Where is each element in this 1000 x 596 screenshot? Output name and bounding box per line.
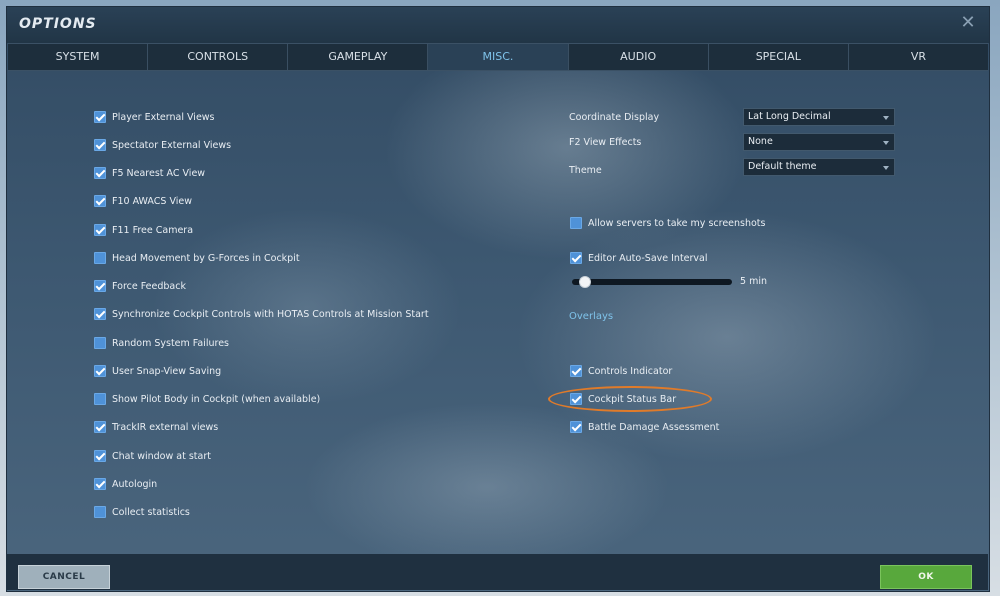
option-label: Force Feedback (112, 280, 186, 292)
option-label: Player External Views (112, 111, 215, 123)
cancel-button[interactable]: CANCEL (18, 565, 110, 589)
option-player-external-views[interactable]: Player External Views (94, 109, 215, 125)
option-label: User Snap-View Saving (112, 365, 222, 377)
checkbox[interactable] (94, 506, 106, 518)
option-label: Editor Auto-Save Interval (588, 252, 708, 264)
option-label: Autologin (112, 478, 158, 490)
tab-gameplay[interactable]: GAMEPLAY (288, 44, 429, 70)
checkbox[interactable] (94, 167, 106, 179)
option-label: F10 AWACS View (112, 195, 192, 207)
option-label: Synchronize Cockpit Controls with HOTAS … (112, 308, 429, 320)
option-label: F11 Free Camera (112, 224, 194, 236)
option-f11-free-camera[interactable]: F11 Free Camera (94, 222, 193, 238)
option-user-snap-view-saving[interactable]: User Snap-View Saving (94, 363, 221, 379)
select-value: None (748, 136, 773, 147)
window-title: OPTIONS (19, 16, 97, 32)
option-label: Head Movement by G-Forces in Cockpit (112, 252, 300, 264)
checkbox[interactable] (94, 111, 106, 123)
checkbox[interactable] (94, 393, 106, 405)
chevron-down-icon (883, 141, 889, 145)
tab-audio[interactable]: AUDIO (569, 44, 709, 70)
option-label: Allow servers to take my screenshots (588, 217, 766, 229)
theme-select[interactable]: Default theme (743, 158, 895, 176)
auto-save-interval-slider[interactable] (572, 279, 732, 285)
option-cockpit-status-bar[interactable]: Cockpit Status Bar (570, 391, 676, 407)
option-label: Cockpit Status Bar (588, 393, 677, 405)
checkbox[interactable] (570, 393, 582, 405)
slider-value: 5 min (740, 276, 767, 287)
option-synchronize-cockpit-controls[interactable]: Synchronize Cockpit Controls with HOTAS … (94, 306, 429, 322)
option-label: Show Pilot Body in Cockpit (when availab… (112, 393, 321, 405)
option-spectator-external-views[interactable]: Spectator External Views (94, 137, 231, 153)
chevron-down-icon (883, 116, 889, 120)
option-label: Collect statistics (112, 506, 190, 518)
option-battle-damage-assessment[interactable]: Battle Damage Assessment (570, 419, 719, 435)
option-label: TrackIR external views (112, 421, 219, 433)
tab-controls[interactable]: CONTROLS (148, 44, 289, 70)
option-allow-screenshots[interactable]: Allow servers to take my screenshots (570, 215, 766, 231)
tab-bar: SYSTEM CONTROLS GAMEPLAY MISC. AUDIO SPE… (8, 43, 988, 71)
option-force-feedback[interactable]: Force Feedback (94, 278, 186, 294)
checkbox[interactable] (94, 139, 106, 151)
title-bar: OPTIONS ✕ (7, 7, 989, 43)
select-value: Lat Long Decimal (748, 111, 831, 122)
option-random-system-failures[interactable]: Random System Failures (94, 335, 229, 351)
checkbox[interactable] (94, 195, 106, 207)
checkbox[interactable] (94, 308, 106, 320)
tab-misc[interactable]: MISC. (428, 44, 569, 70)
coordinate-display-label: Coordinate Display (569, 112, 660, 123)
select-value: Default theme (748, 161, 817, 172)
option-autologin[interactable]: Autologin (94, 476, 157, 492)
checkbox[interactable] (94, 224, 106, 236)
theme-label: Theme (569, 165, 602, 176)
option-f10-awacs-view[interactable]: F10 AWACS View (94, 193, 192, 209)
checkbox[interactable] (94, 450, 106, 462)
option-label: Controls Indicator (588, 365, 673, 377)
option-label: F5 Nearest AC View (112, 167, 206, 179)
checkbox[interactable] (94, 478, 106, 490)
checkbox[interactable] (570, 365, 582, 377)
chevron-down-icon (883, 166, 889, 170)
option-controls-indicator[interactable]: Controls Indicator (570, 363, 672, 379)
option-head-movement-g-forces[interactable]: Head Movement by G-Forces in Cockpit (94, 250, 300, 266)
f2-view-effects-label: F2 View Effects (569, 137, 642, 148)
f2-view-effects-select[interactable]: None (743, 133, 895, 151)
tab-vr[interactable]: VR (849, 44, 988, 70)
option-label: Random System Failures (112, 337, 230, 349)
option-label: Chat window at start (112, 450, 211, 462)
tab-special[interactable]: SPECIAL (709, 44, 849, 70)
option-editor-auto-save[interactable]: Editor Auto-Save Interval (570, 250, 708, 266)
coordinate-display-select[interactable]: Lat Long Decimal (743, 108, 895, 126)
ok-button[interactable]: OK (880, 565, 972, 589)
option-label: Spectator External Views (112, 139, 232, 151)
checkbox[interactable] (570, 217, 582, 229)
option-collect-statistics[interactable]: Collect statistics (94, 504, 190, 520)
checkbox[interactable] (570, 421, 582, 433)
checkbox[interactable] (94, 252, 106, 264)
option-show-pilot-body[interactable]: Show Pilot Body in Cockpit (when availab… (94, 391, 320, 407)
option-chat-window-at-start[interactable]: Chat window at start (94, 448, 211, 464)
checkbox[interactable] (94, 337, 106, 349)
checkbox[interactable] (94, 421, 106, 433)
footer-bar: CANCEL OK (6, 554, 988, 590)
option-label: Battle Damage Assessment (588, 421, 720, 433)
option-trackir-external-views[interactable]: TrackIR external views (94, 419, 218, 435)
checkbox[interactable] (94, 280, 106, 292)
checkbox[interactable] (570, 252, 582, 264)
tab-system[interactable]: SYSTEM (8, 44, 149, 70)
checkbox[interactable] (94, 365, 106, 377)
overlays-heading[interactable]: Overlays (569, 311, 613, 322)
option-f5-nearest-ac-view[interactable]: F5 Nearest AC View (94, 165, 205, 181)
close-icon[interactable]: ✕ (959, 14, 977, 32)
